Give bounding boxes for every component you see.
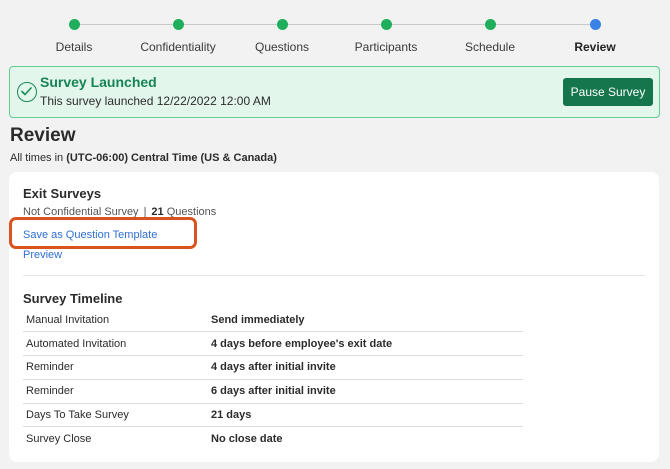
step-label: Review <box>574 40 616 54</box>
check-circle-icon <box>17 82 37 102</box>
timeline-value: Send immediately <box>208 308 523 333</box>
step-complete-dot <box>380 19 392 30</box>
step-questions[interactable]: Questions <box>227 19 337 54</box>
preview-link[interactable]: Preview <box>23 249 62 261</box>
step-label: Questions <box>254 40 310 54</box>
step-complete-dot <box>484 19 496 30</box>
timeline-value: 6 days after initial invite <box>208 379 523 404</box>
save-as-question-template-link[interactable]: Save as Question Template <box>23 229 157 241</box>
banner-title: Survey Launched <box>40 74 157 90</box>
timeline-value: No close date <box>211 433 283 446</box>
timeline-label: Reminder <box>23 379 208 404</box>
timeline-table: Manual Invitation Send immediately Autom… <box>23 308 523 451</box>
timeline-value: 21 days <box>208 403 523 428</box>
timeline-value: 4 days before employee's exit date <box>208 331 523 357</box>
page-title: Review <box>10 125 76 146</box>
timezone-value: (UTC-06:00) Central Time (US & Canada) <box>66 152 277 164</box>
banner-message: This survey launched 12/22/2022 12:00 AM <box>40 94 271 108</box>
step-details[interactable]: Details <box>19 19 129 54</box>
section-divider <box>23 275 645 276</box>
table-row: Reminder 6 days after initial invite <box>23 379 523 404</box>
timeline-label: Manual Invitation <box>23 308 208 333</box>
step-schedule[interactable]: Schedule <box>435 19 545 54</box>
timeline-label: Survey Close <box>26 433 92 446</box>
step-complete-dot <box>68 19 80 30</box>
timeline-value: 4 days after initial invite <box>208 355 523 380</box>
timezone-prefix: All times in <box>10 152 64 164</box>
step-current-dot <box>589 19 601 30</box>
step-participants[interactable]: Participants <box>331 19 441 54</box>
survey-launched-banner: Survey Launched This survey launched 12/… <box>9 66 660 118</box>
timeline-label: Days To Take Survey <box>23 403 208 428</box>
table-row: Reminder 4 days after initial invite <box>23 355 523 380</box>
step-label: Details <box>55 40 93 54</box>
timeline-label: Automated Invitation <box>23 331 208 357</box>
timeline-label: Reminder <box>23 355 208 380</box>
timezone-note: All times in (UTC-06:00) Central Time (U… <box>10 152 277 164</box>
table-row: Days To Take Survey 21 days <box>23 403 523 428</box>
table-row: Manual Invitation Send immediately <box>23 308 523 333</box>
step-label: Confidentiality <box>140 40 216 54</box>
table-row: Automated Invitation 4 days before emplo… <box>23 331 523 357</box>
step-label: Participants <box>354 40 418 54</box>
review-card: Exit Surveys Not Confidential Survey | 21 … <box>9 172 659 462</box>
survey-name: Exit Surveys <box>23 186 102 201</box>
step-confidentiality[interactable]: Confidentiality <box>123 19 233 54</box>
step-label: Schedule <box>464 40 516 54</box>
step-complete-dot <box>276 19 288 30</box>
pause-survey-button[interactable]: Pause Survey <box>563 78 653 106</box>
step-complete-dot <box>172 19 184 30</box>
timeline-title: Survey Timeline <box>23 291 123 306</box>
progress-stepper: Details Confidentiality Questions Partic… <box>0 0 670 62</box>
table-row: Survey Close No close date <box>23 427 523 451</box>
step-review[interactable]: Review <box>540 19 650 54</box>
